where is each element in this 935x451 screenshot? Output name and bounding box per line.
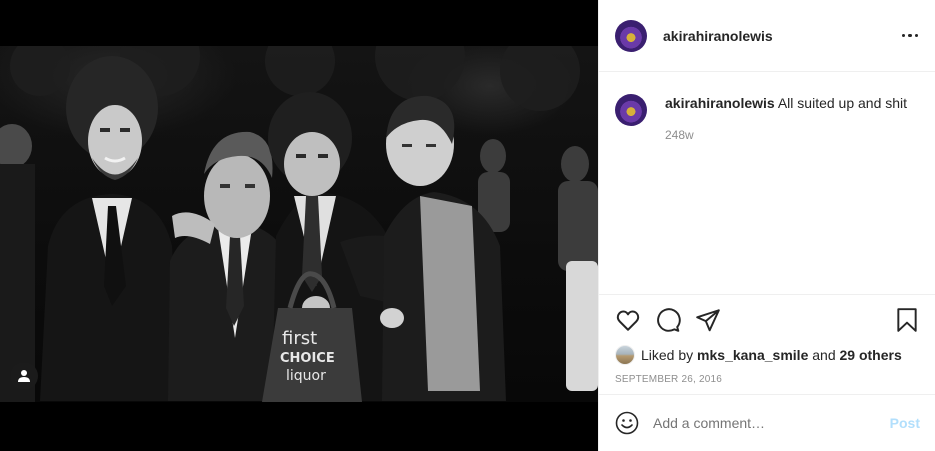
person-icon [18, 370, 30, 382]
caption-username[interactable]: akirahiranolewis [665, 95, 775, 111]
liker-avatar[interactable] [615, 345, 635, 365]
post-media-area: first CHOICE liquor [0, 0, 598, 451]
likes-others-link[interactable]: 29 others [840, 347, 902, 363]
likes-prefix: Liked by [641, 347, 694, 363]
like-button[interactable] [615, 307, 643, 335]
smiley-icon[interactable] [615, 411, 639, 435]
post-header: akirahiranolewis [599, 0, 935, 72]
caption-comment: akirahiranolewis All suited up and shit … [615, 94, 920, 142]
bookmark-icon [897, 308, 917, 332]
caption-author-avatar[interactable] [615, 94, 647, 126]
comment-input[interactable] [653, 415, 873, 431]
author-username[interactable]: akirahiranolewis [663, 28, 773, 44]
bag-text-first: first [282, 328, 317, 349]
post-side-panel: akirahiranolewis akirahiranolewis All su… [598, 0, 935, 451]
post-actions: Liked by mks_kana_smile and 29 others SE… [599, 294, 935, 394]
likes-summary: Liked by mks_kana_smile and 29 others [615, 345, 902, 365]
action-icons-row [615, 307, 920, 335]
post-comment-button[interactable]: Post [890, 415, 920, 431]
bag-text-choice: CHOICE [280, 351, 335, 366]
caption-text: All suited up and shit [777, 95, 908, 111]
author-avatar[interactable] [615, 19, 647, 52]
save-button[interactable] [895, 307, 923, 335]
add-comment-bar: Post [599, 394, 935, 451]
bag-text-liquor: liquor [286, 368, 326, 384]
comment-bubble-icon [657, 308, 681, 332]
tagged-users-button[interactable] [10, 362, 38, 390]
post-photo[interactable]: first CHOICE liquor [0, 46, 598, 402]
more-horizontal-icon [901, 33, 905, 38]
caption-time-ago[interactable]: 248w [665, 128, 694, 142]
comment-button[interactable] [655, 307, 683, 335]
comments-section: akirahiranolewis All suited up and shit … [599, 72, 935, 294]
paper-plane-icon [696, 309, 720, 332]
likes-connector: and [812, 347, 836, 363]
caption-text-block: akirahiranolewis All suited up and shit [665, 94, 907, 126]
photo-illustration: first CHOICE liquor [0, 46, 598, 402]
share-button[interactable] [695, 307, 723, 335]
liker-username[interactable]: mks_kana_smile [697, 347, 808, 363]
more-options-button[interactable] [900, 28, 921, 44]
post-date[interactable]: SEPTEMBER 26, 2016 [615, 374, 722, 385]
heart-icon [616, 310, 640, 331]
